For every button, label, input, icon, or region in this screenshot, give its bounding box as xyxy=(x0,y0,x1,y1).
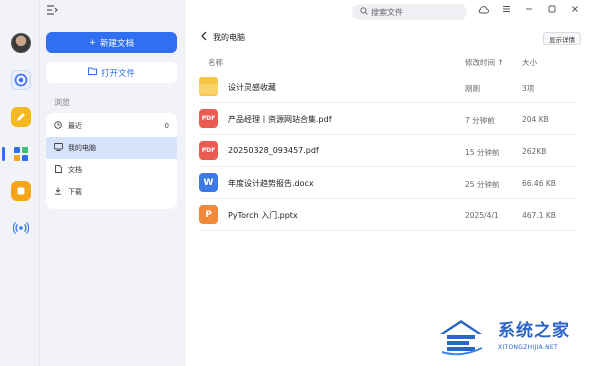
nav-item-documents[interactable]: 文档 xyxy=(46,159,177,181)
close-icon[interactable] xyxy=(571,5,579,17)
search-placeholder: 搜索文件 xyxy=(371,7,403,17)
share-app-icon[interactable] xyxy=(11,218,31,238)
pdf-file-icon: PDF xyxy=(199,109,218,128)
nav-item-recent[interactable]: 最近 0 xyxy=(46,115,177,137)
document-icon xyxy=(54,165,62,175)
pdf-file-icon: PDF xyxy=(199,141,218,160)
file-row[interactable]: PDF 20250328_093457.pdf 15 分钟前 262KB xyxy=(198,135,578,167)
file-row[interactable]: W 年度设计趋势报告.docx 25 分钟前 66.46 KB xyxy=(198,167,578,199)
watermark: 系统之家 XITONGZHIJIA.NET xyxy=(432,312,582,362)
app-rail xyxy=(0,0,40,366)
download-icon xyxy=(54,187,62,197)
file-size: 467.1 KB xyxy=(522,211,556,220)
nav-item-label: 下载 xyxy=(68,188,82,196)
file-row[interactable]: PDF 产品经理丨资源网站合集.pdf 7 分钟前 204 KB xyxy=(198,103,578,135)
search-icon xyxy=(360,7,368,17)
search-input[interactable]: 搜索文件 xyxy=(352,4,467,20)
maximize-icon[interactable] xyxy=(548,5,556,17)
recent-count: 0 xyxy=(164,122,169,130)
files-app-icon[interactable] xyxy=(11,144,31,164)
powerpoint-file-icon: P xyxy=(199,205,218,224)
notes-app-icon[interactable] xyxy=(11,107,31,127)
nav-item-label: 最近 xyxy=(68,122,82,130)
computer-icon xyxy=(54,143,63,153)
column-header-modified[interactable]: 修改时间 ↑ xyxy=(465,57,504,68)
clock-icon xyxy=(54,121,62,131)
file-modified: 25 分钟前 xyxy=(465,180,500,189)
nav-item-label: 我的电脑 xyxy=(68,144,96,152)
cloud-icon[interactable] xyxy=(478,5,489,18)
watermark-logo xyxy=(440,320,483,356)
file-size: 204 KB xyxy=(522,115,549,124)
file-name: 设计灵感收藏 xyxy=(228,83,276,92)
show-details-button[interactable]: 显示详情 xyxy=(543,32,581,45)
gallery-app-icon[interactable] xyxy=(11,181,31,201)
browse-section-title: 浏览 xyxy=(54,98,70,107)
file-modified: 刚刚 xyxy=(465,84,480,93)
breadcrumb: 我的电脑 xyxy=(213,33,245,42)
open-file-label: 打开文件 xyxy=(100,68,135,79)
file-modified: 7 分钟前 xyxy=(465,116,495,125)
minimize-icon[interactable] xyxy=(525,5,533,17)
open-file-button[interactable]: 打开文件 xyxy=(46,62,177,83)
browse-list: 最近 0 我的电脑 文档 下载 xyxy=(46,113,177,209)
file-name: 20250328_093457.pdf xyxy=(228,146,319,155)
menu-collapse-icon[interactable] xyxy=(46,5,58,17)
file-name: PyTorch 入门.pptx xyxy=(228,211,298,220)
hamburger-icon[interactable] xyxy=(502,5,511,17)
file-name: 产品经理丨资源网站合集.pdf xyxy=(228,115,332,124)
file-modified: 2025/4/1 xyxy=(465,211,499,220)
plus-icon: + xyxy=(88,37,97,48)
file-row[interactable]: 设计灵感收藏 刚刚 3项 xyxy=(198,71,578,103)
column-header-size[interactable]: 大小 xyxy=(522,57,537,68)
nav-item-downloads[interactable]: 下载 xyxy=(46,181,177,203)
file-row[interactable]: P PyTorch 入门.pptx 2025/4/1 467.1 KB xyxy=(198,199,578,231)
file-size: 66.46 KB xyxy=(522,179,556,188)
file-name: 年度设计趋势报告.docx xyxy=(228,179,314,188)
watermark-title: 系统之家 xyxy=(498,321,570,341)
rail-selection-indicator xyxy=(2,147,5,161)
new-document-label: 新建文档 xyxy=(100,38,135,49)
navigation-pane: + 新建文档 打开文件 浏览 最近 0 我的电脑 文档 下载 xyxy=(40,0,186,366)
browser-app-icon[interactable] xyxy=(11,70,31,90)
avatar[interactable] xyxy=(11,33,31,53)
nav-item-label: 文档 xyxy=(68,166,82,174)
file-modified: 15 分钟前 xyxy=(465,148,500,157)
back-button[interactable] xyxy=(200,31,208,44)
file-size: 262KB xyxy=(522,147,547,156)
new-document-button[interactable]: + 新建文档 xyxy=(46,32,177,53)
word-file-icon: W xyxy=(199,173,218,192)
file-size: 3项 xyxy=(522,84,535,93)
folder-open-icon xyxy=(87,67,97,78)
watermark-url: XITONGZHIJIA.NET xyxy=(498,344,558,351)
column-header-name[interactable]: 名称 xyxy=(208,57,223,68)
nav-item-my-computer[interactable]: 我的电脑 xyxy=(46,137,177,159)
folder-icon xyxy=(199,77,218,96)
